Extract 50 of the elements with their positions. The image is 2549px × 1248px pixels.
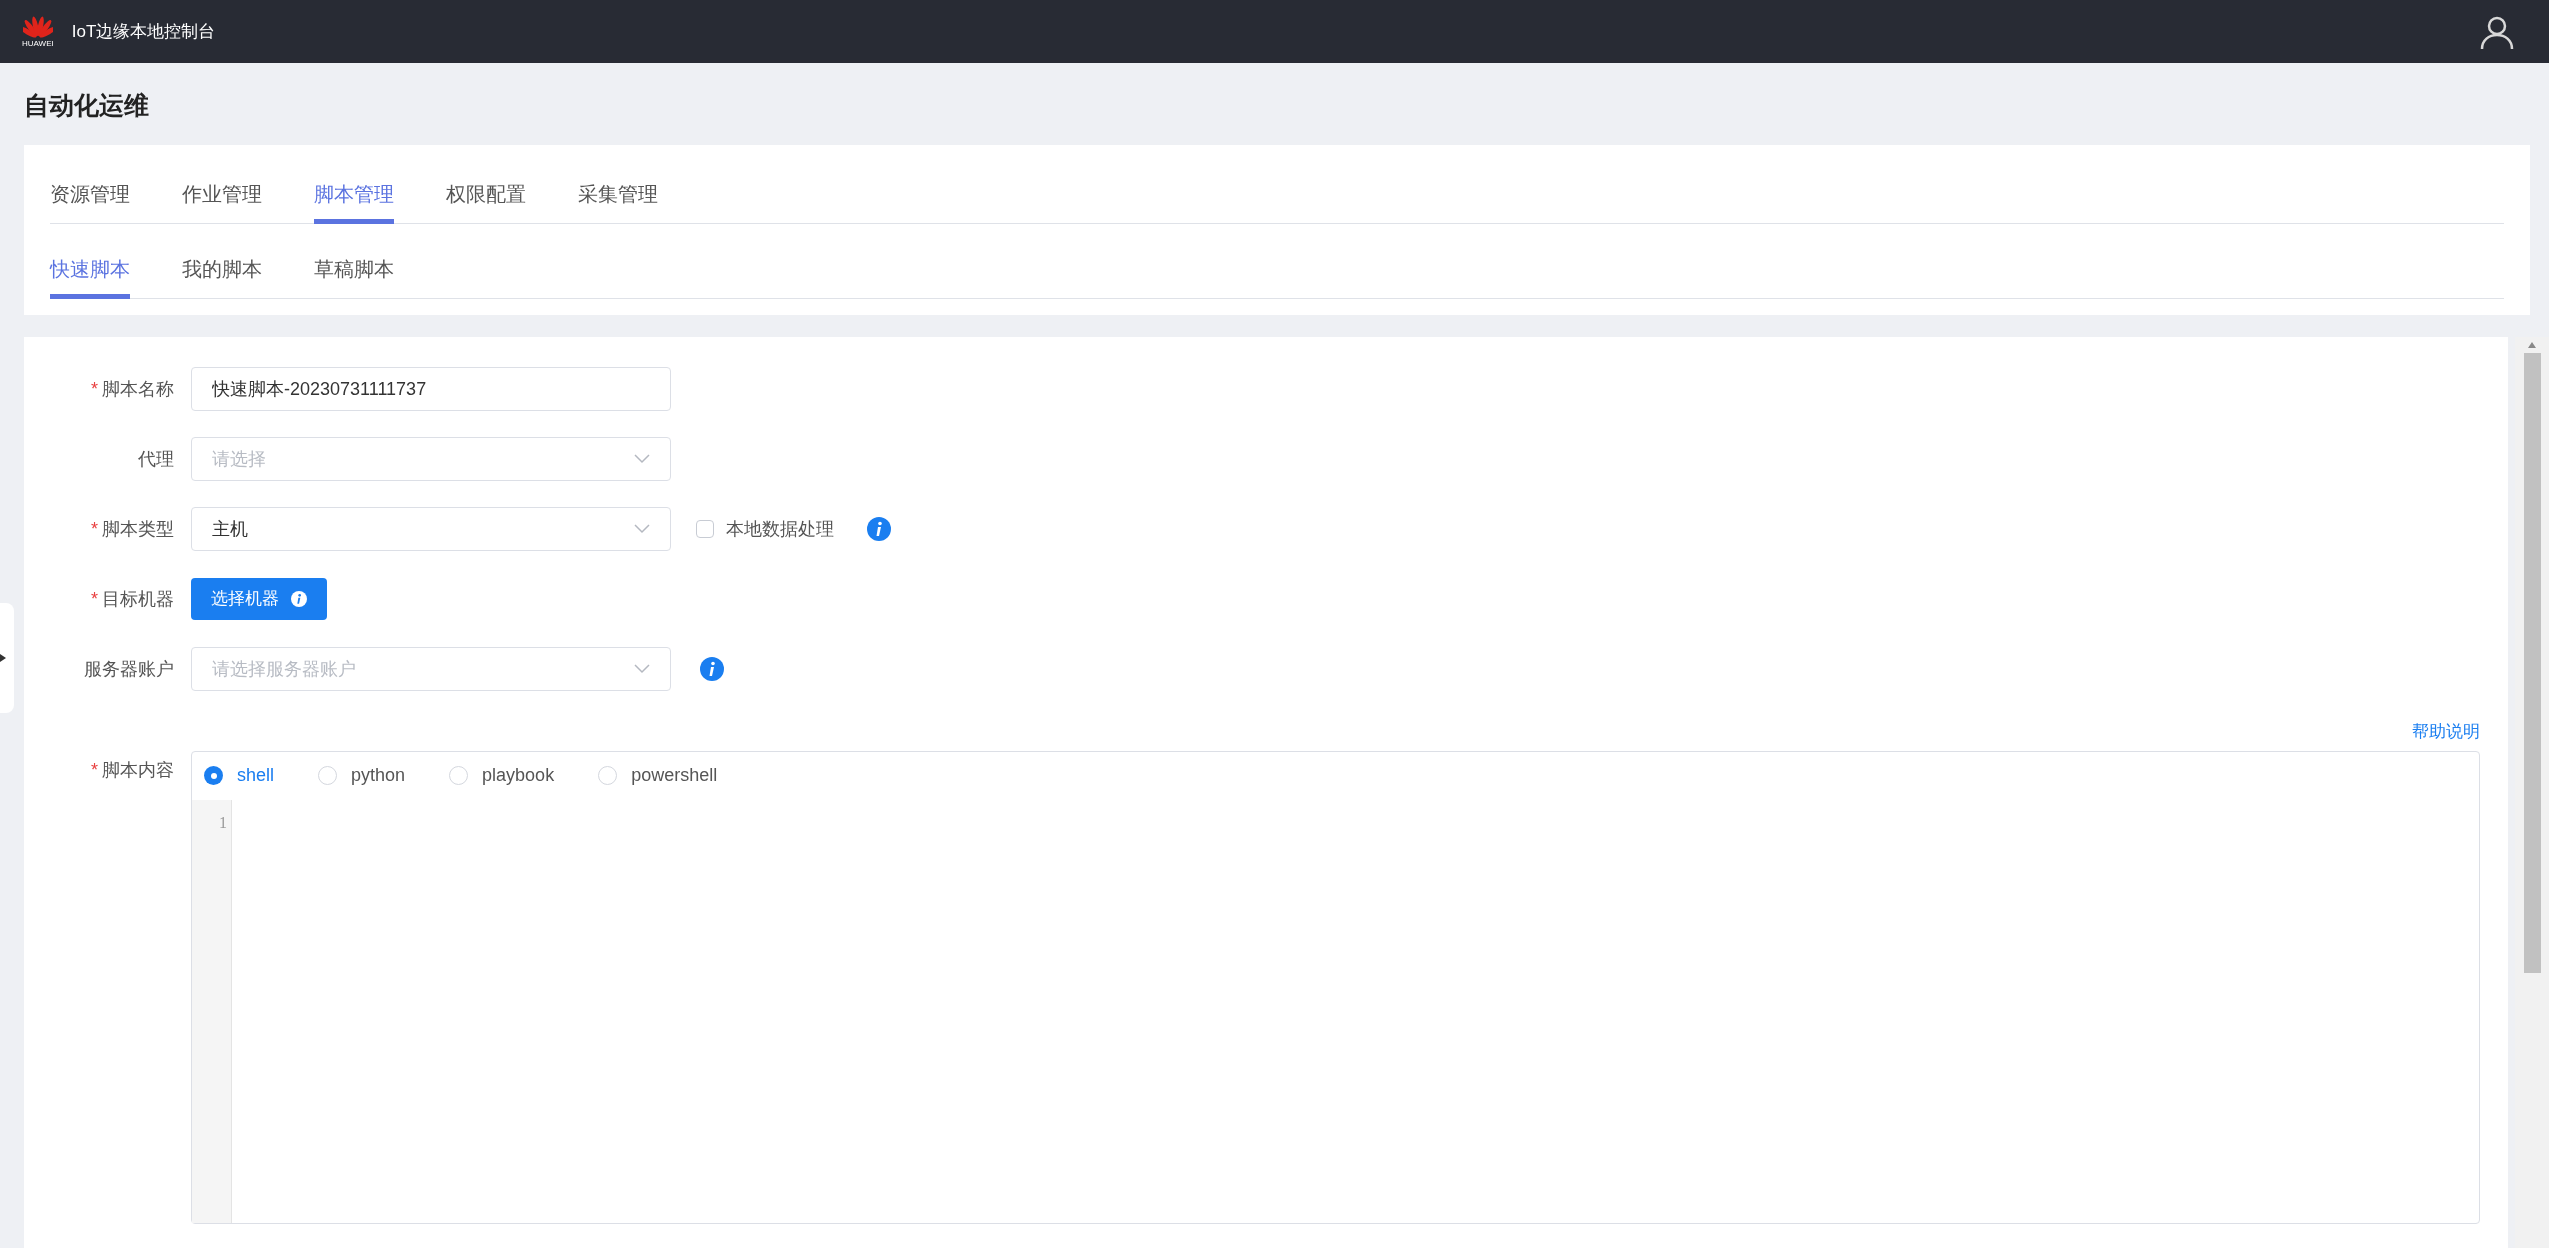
radio-option[interactable]: playbook bbox=[449, 762, 555, 789]
field-label: 代理 bbox=[138, 447, 174, 471]
radio-option[interactable]: powershell bbox=[598, 762, 718, 789]
tab[interactable]: 作业管理 bbox=[182, 175, 262, 224]
app-title: IoT边缘本地控制台 bbox=[71, 20, 216, 43]
field-label: 脚本内容 bbox=[102, 758, 174, 782]
radio-button[interactable] bbox=[318, 766, 338, 785]
scrollbar-thumb[interactable] bbox=[2523, 353, 2541, 973]
info-icon bbox=[700, 657, 724, 681]
radio-button[interactable] bbox=[204, 766, 223, 785]
chevron-down-icon bbox=[634, 454, 650, 464]
required-mark: * bbox=[91, 377, 98, 401]
info-icon bbox=[867, 517, 891, 541]
radio-button[interactable] bbox=[449, 766, 469, 785]
tab[interactable]: 脚本管理 bbox=[314, 175, 394, 224]
tab[interactable]: 我的脚本 bbox=[182, 250, 262, 299]
info-icon bbox=[291, 591, 307, 607]
select-placeholder: 请选择 bbox=[212, 447, 266, 471]
radio-option[interactable]: python bbox=[318, 762, 406, 789]
tab[interactable]: 权限配置 bbox=[446, 175, 526, 224]
required-mark: * bbox=[91, 758, 98, 782]
tab[interactable]: 资源管理 bbox=[50, 175, 130, 224]
scroll-up-icon[interactable] bbox=[2527, 341, 2537, 349]
checkbox-label: 本地数据处理 bbox=[726, 517, 834, 541]
field-label: 脚本类型 bbox=[102, 517, 174, 541]
tab[interactable]: 快速脚本 bbox=[50, 250, 130, 299]
select-machine-button[interactable]: 选择机器 bbox=[191, 578, 327, 620]
tab[interactable]: 草稿脚本 bbox=[314, 250, 394, 299]
field-label: 目标机器 bbox=[102, 587, 174, 611]
text-field[interactable]: 快速脚本-20230731111737 bbox=[191, 367, 671, 411]
field-label: 服务器账户 bbox=[84, 657, 174, 681]
page-title: 自动化运维 bbox=[23, 90, 150, 121]
select-field[interactable]: 主机 bbox=[191, 507, 671, 551]
logo-icon bbox=[22, 15, 53, 38]
chevron-down-icon bbox=[634, 524, 650, 534]
expand-arrow-icon bbox=[0, 654, 6, 662]
help-link[interactable]: 帮助说明 bbox=[2412, 719, 2480, 745]
collapse-handle[interactable] bbox=[0, 603, 14, 713]
checkbox[interactable] bbox=[696, 520, 714, 538]
tab[interactable]: 采集管理 bbox=[578, 175, 658, 224]
select-placeholder: 请选择服务器账户 bbox=[212, 657, 356, 681]
radio-option[interactable]: shell bbox=[204, 762, 275, 789]
field-label: 脚本名称 bbox=[102, 377, 174, 401]
radio-button[interactable] bbox=[598, 766, 618, 785]
required-mark: * bbox=[91, 587, 98, 611]
chevron-down-icon bbox=[634, 664, 650, 674]
required-mark: * bbox=[91, 517, 98, 541]
select-value: 主机 bbox=[212, 517, 248, 541]
line-number: 1 bbox=[219, 812, 227, 833]
brand-name: HUAWEI bbox=[22, 39, 54, 48]
